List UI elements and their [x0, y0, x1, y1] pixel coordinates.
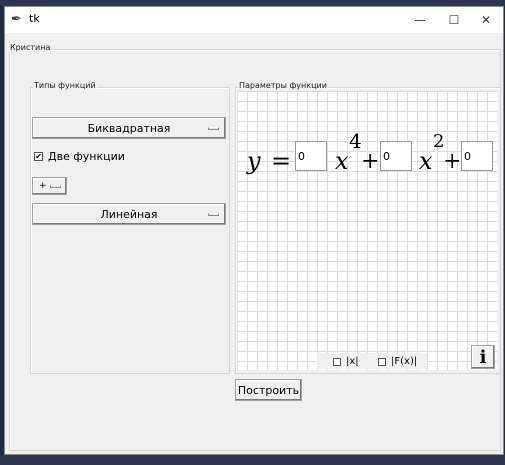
- function2-menu[interactable]: Линейная: [32, 203, 226, 225]
- plus-sign-1: +: [361, 149, 380, 174]
- menu-indicator-icon: [208, 213, 219, 216]
- y-symbol: y: [247, 147, 261, 175]
- operator-value: +: [39, 181, 47, 191]
- window-title: tk: [29, 12, 40, 25]
- graph-canvas[interactable]: y = 0 x 4 + 0 x 2 + 0 |x| |F(x)| ℹ: [237, 91, 497, 370]
- operator-menu[interactable]: +: [32, 177, 67, 195]
- abs-f-label: |F(x)|: [391, 356, 418, 367]
- coef3-input[interactable]: 0: [461, 141, 493, 171]
- menu-indicator-icon: [208, 127, 219, 130]
- abs-f-box[interactable]: [378, 357, 386, 366]
- checkmark-icon[interactable]: ✔: [34, 152, 43, 161]
- build-button[interactable]: Построить: [235, 379, 302, 401]
- info-icon: ℹ: [479, 346, 487, 368]
- close-button[interactable]: ✕: [469, 7, 503, 33]
- two-functions-label: Две функции: [48, 150, 125, 163]
- coef1-input[interactable]: 0: [295, 141, 327, 171]
- abs-x-checkbox[interactable]: |x|: [333, 356, 359, 367]
- desktop-bottom-strip: [0, 455, 505, 465]
- params-panel-label: Параметры функции: [238, 81, 328, 90]
- x-symbol-2: x: [419, 147, 433, 175]
- app-window: ✒ tk — ☐ ✕ Кристина Типы функций Биквадр…: [4, 6, 504, 455]
- exponent-4: 4: [349, 129, 362, 153]
- types-panel-label: Типы функций: [33, 81, 97, 90]
- abs-x-box[interactable]: [333, 357, 341, 366]
- plus-sign-2: +: [443, 149, 462, 174]
- equals-sign: =: [271, 147, 292, 175]
- function1-value: Биквадратная: [87, 121, 171, 135]
- minimize-button[interactable]: —: [403, 7, 437, 33]
- main-frame-label: Кристина: [9, 43, 52, 52]
- info-button[interactable]: ℹ: [471, 345, 495, 369]
- menu-indicator-icon: [50, 185, 61, 188]
- function1-menu[interactable]: Биквадратная: [32, 117, 226, 139]
- feather-icon: ✒: [11, 12, 22, 27]
- x-symbol-1: x: [335, 147, 349, 175]
- function2-value: Линейная: [100, 207, 158, 221]
- coef2-input[interactable]: 0: [380, 141, 412, 171]
- abs-x-label: |x|: [346, 356, 359, 367]
- title-bar: ✒ tk — ☐ ✕: [5, 7, 503, 33]
- maximize-button[interactable]: ☐: [437, 7, 471, 33]
- abs-f-checkbox[interactable]: |F(x)|: [378, 356, 417, 367]
- two-functions-checkbox[interactable]: ✔ Две функции: [34, 150, 125, 163]
